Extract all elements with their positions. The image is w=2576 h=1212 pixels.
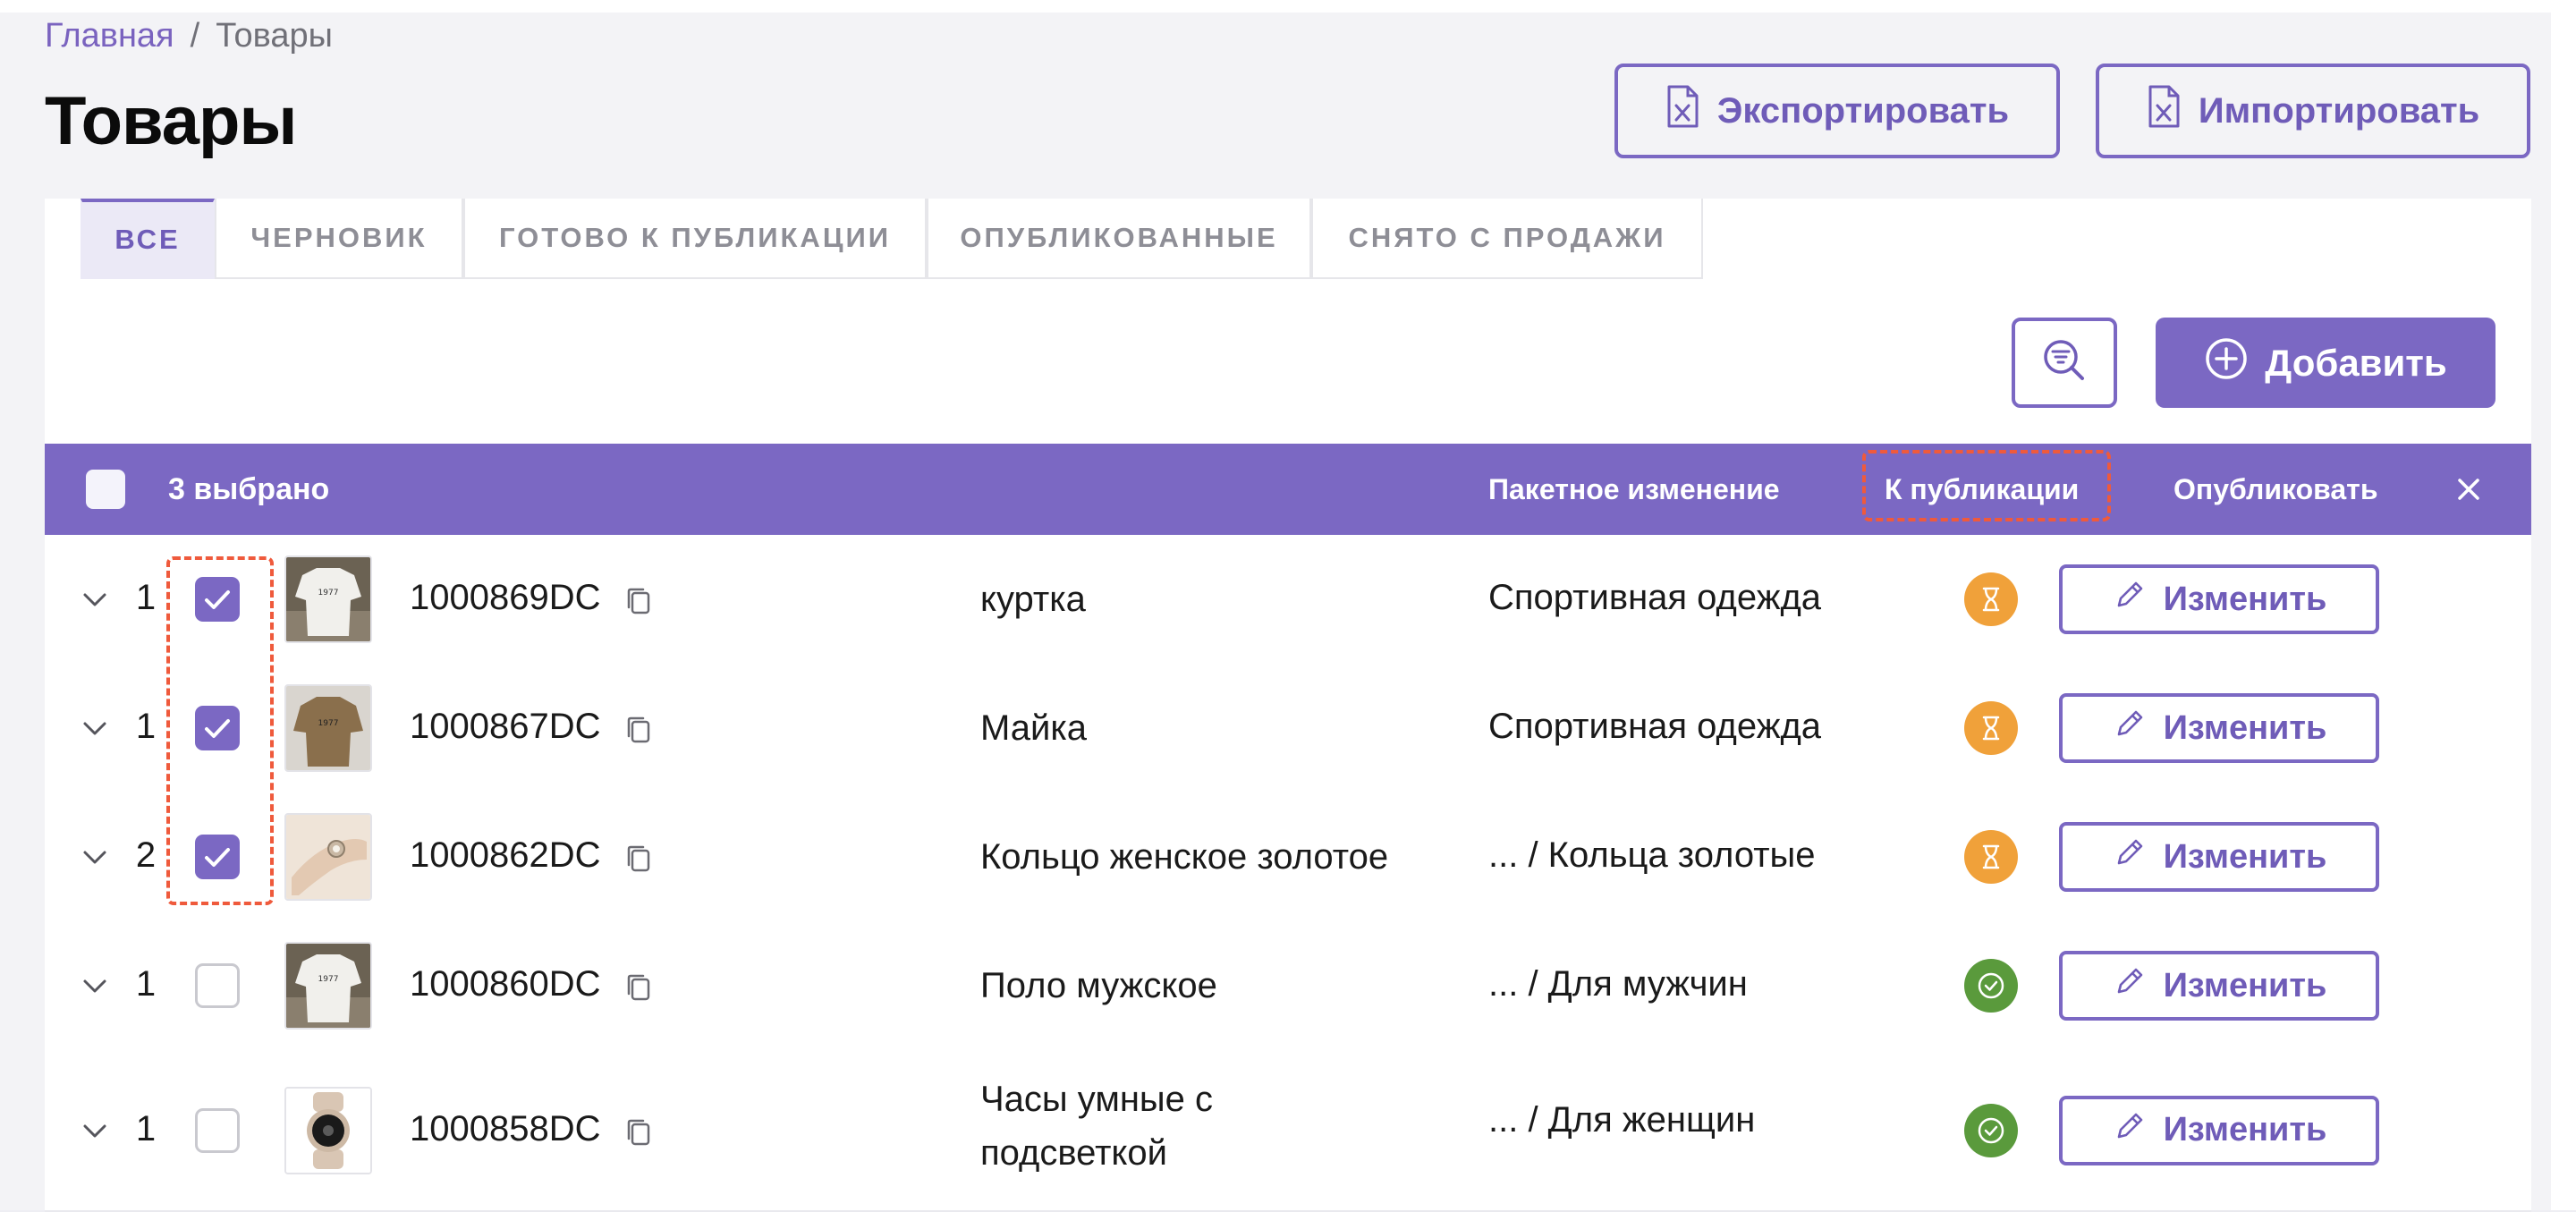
edit-button[interactable]: Изменить	[2059, 564, 2379, 634]
table-row: 2 1000862DC Кольцо женское золотое ... / Ко…	[45, 792, 2531, 923]
edit-button-label: Изменить	[2163, 1111, 2327, 1148]
excel-file-icon	[2147, 84, 2181, 138]
copy-icon[interactable]	[623, 843, 655, 875]
product-thumbnail[interactable]	[284, 1086, 372, 1174]
product-category: Спортивная одежда	[1488, 578, 1822, 617]
edit-button[interactable]: Изменить	[2059, 951, 2379, 1021]
table-row: 1 1977 1000867DC Майка Спортивная одежда Изме…	[45, 664, 2531, 794]
product-sku: 1000862DC	[410, 835, 601, 875]
plus-circle-icon	[2204, 336, 2249, 390]
product-sku: 1000860DC	[410, 964, 601, 1004]
status-pending-icon	[1964, 572, 2018, 626]
copy-icon[interactable]	[623, 585, 655, 617]
svg-text:1977: 1977	[318, 975, 339, 984]
status-tabs: ВСЕ ЧЕРНОВИК ГОТОВО К ПУБЛИКАЦИИ ОПУБЛИК…	[80, 199, 1703, 279]
status-pending-icon	[1964, 830, 2018, 884]
table-row: 1 1977 1000860DC Поло мужское ... / Для мужч…	[45, 921, 2531, 1052]
chevron-down-icon[interactable]	[79, 1115, 111, 1147]
product-thumbnail[interactable]: 1977	[284, 555, 372, 643]
status-published-icon	[1964, 1103, 2018, 1157]
copy-icon[interactable]	[623, 1116, 655, 1148]
batch-edit-action[interactable]: Пакетное изменение	[1488, 444, 1780, 535]
row-checkbox[interactable]	[195, 1107, 240, 1153]
highlight-selected-checkboxes	[166, 556, 274, 905]
product-thumbnail[interactable]: 1977	[284, 942, 372, 1030]
copy-icon[interactable]	[623, 971, 655, 1004]
edit-button[interactable]: Изменить	[2059, 1095, 2379, 1165]
product-name: Кольцо женское золотое	[980, 837, 1389, 877]
filter-search-button[interactable]	[2012, 318, 2117, 408]
copy-icon[interactable]	[623, 714, 655, 746]
product-sku: 1000867DC	[410, 707, 601, 746]
pencil-icon	[2112, 1108, 2148, 1153]
product-category: Спортивная одежда	[1488, 707, 1822, 746]
pencil-icon	[2112, 577, 2148, 622]
breadcrumb: Главная / Товары	[45, 13, 333, 59]
chevron-down-icon[interactable]	[79, 712, 111, 744]
pencil-icon	[2112, 963, 2148, 1008]
select-all-checkbox[interactable]	[86, 470, 125, 509]
product-sku: 1000858DC	[410, 1108, 601, 1148]
chevron-down-icon[interactable]	[79, 970, 111, 1002]
row-quantity: 1	[135, 578, 157, 617]
publish-action[interactable]: Опубликовать	[2174, 444, 2378, 535]
row-quantity: 1	[135, 707, 157, 746]
page-title: Товары	[45, 83, 297, 159]
row-quantity: 1	[135, 964, 157, 1004]
svg-text:1977: 1977	[318, 589, 339, 598]
tab-draft[interactable]: ЧЕРНОВИК	[215, 199, 463, 279]
export-button-label: Экспортировать	[1716, 90, 2010, 131]
add-product-button[interactable]: Добавить	[2156, 318, 2496, 408]
import-button[interactable]: Импортировать	[2096, 64, 2530, 158]
product-thumbnail[interactable]	[284, 813, 372, 901]
edit-button[interactable]: Изменить	[2059, 822, 2379, 892]
breadcrumb-separator: /	[190, 17, 200, 55]
row-quantity: 1	[135, 1108, 157, 1148]
product-category: ... / Кольца золотые	[1488, 835, 1816, 875]
edit-button[interactable]: Изменить	[2059, 693, 2379, 763]
bulk-action-bar: 3 выбрано Пакетное изменение К публикаци…	[45, 444, 2531, 535]
product-name: куртка	[980, 580, 1086, 619]
edit-button-label: Изменить	[2163, 837, 2327, 876]
status-pending-icon	[1964, 701, 2018, 755]
tab-ready-to-publish[interactable]: ГОТОВО К ПУБЛИКАЦИИ	[463, 199, 927, 279]
table-row: 1 1977 1000869DC куртка Спортивная одежда Изм…	[45, 535, 2531, 665]
products-card: ВСЕ ЧЕРНОВИК ГОТОВО К ПУБЛИКАЦИИ ОПУБЛИК…	[45, 199, 2531, 1212]
chevron-down-icon[interactable]	[79, 583, 111, 615]
breadcrumb-home-link[interactable]: Главная	[45, 17, 174, 55]
status-published-icon	[1964, 959, 2018, 1013]
page: Главная / Товары Товары Экспортировать Имп…	[0, 0, 2576, 1212]
selected-count: 3 выбрано	[168, 472, 330, 506]
row-quantity: 2	[135, 835, 157, 875]
edit-button-label: Изменить	[2163, 708, 2327, 747]
to-publication-action[interactable]: К публикации	[1885, 444, 2079, 535]
chevron-down-icon[interactable]	[79, 841, 111, 873]
product-name: Майка	[980, 708, 1087, 748]
export-button[interactable]: Экспортировать	[1614, 64, 2060, 158]
tab-published[interactable]: ОПУБЛИКОВАННЫЕ	[927, 199, 1311, 279]
product-thumbnail[interactable]: 1977	[284, 684, 372, 772]
product-name: Поло мужское	[980, 966, 1217, 1005]
svg-text:1977: 1977	[318, 719, 339, 728]
tab-all[interactable]: ВСЕ	[80, 199, 215, 279]
breadcrumb-current: Товары	[216, 17, 333, 55]
table-row: 1 1000858DC Часы умные с подсветкой ... / Д…	[45, 1050, 2531, 1212]
product-category: ... / Для женщин	[1488, 1099, 1756, 1140]
import-button-label: Импортировать	[2198, 90, 2480, 131]
edit-button-label: Изменить	[2163, 580, 2327, 618]
filter-search-icon	[2041, 337, 2088, 388]
add-button-label: Добавить	[2265, 341, 2447, 384]
tab-withdrawn[interactable]: СНЯТО С ПРОДАЖИ	[1311, 199, 1703, 279]
product-sku: 1000869DC	[410, 578, 601, 617]
product-category: ... / Для мужчин	[1488, 964, 1748, 1004]
product-name: Часы умные с подсветкой	[980, 1080, 1214, 1173]
close-icon[interactable]	[2453, 473, 2485, 505]
pencil-icon	[2112, 706, 2148, 750]
edit-button-label: Изменить	[2163, 966, 2327, 1004]
excel-file-icon	[1665, 84, 1699, 138]
pencil-icon	[2112, 835, 2148, 879]
row-checkbox[interactable]	[195, 963, 240, 1008]
